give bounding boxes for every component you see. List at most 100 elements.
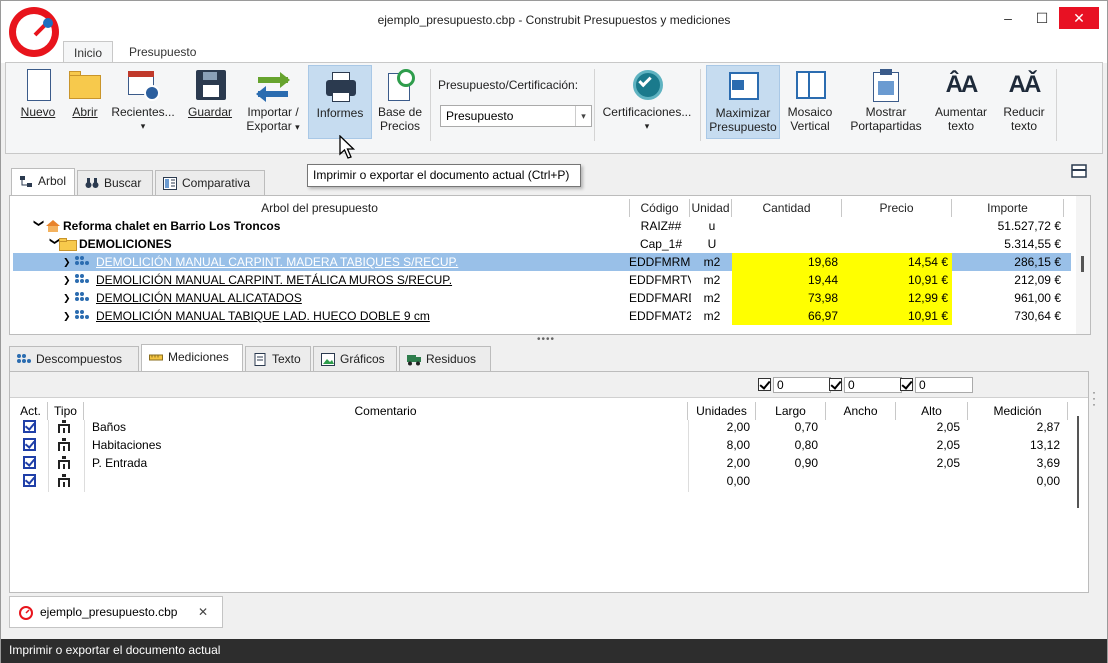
- recientes-button[interactable]: Recientes... ▾: [110, 65, 176, 139]
- tree-row-item[interactable]: ❯ DEMOLICIÓN MANUAL TABIQUE LAD. HUECO D…: [13, 307, 1071, 325]
- tree-item-qty[interactable]: 66,97: [732, 307, 842, 325]
- active-checkbox[interactable]: [23, 420, 36, 433]
- measurement-comment[interactable]: Habitaciones: [92, 436, 682, 454]
- tab-presupuesto[interactable]: Presupuesto: [119, 41, 206, 63]
- mosaico-vertical-button[interactable]: Mosaico Vertical: [784, 65, 836, 139]
- measurement-units[interactable]: 0,00: [688, 472, 750, 490]
- nuevo-button[interactable]: Nuevo: [14, 65, 62, 139]
- tree-row-chapter[interactable]: ❯ DEMOLICIONES Cap_1# U 5.314,55 €: [13, 235, 1071, 253]
- reducir-texto-button[interactable]: AǍ Reducir texto: [1000, 65, 1048, 139]
- measurement-largo[interactable]: 0,90: [756, 454, 818, 472]
- tab-residuos[interactable]: Residuos: [399, 346, 491, 372]
- measurement-largo[interactable]: [756, 472, 818, 490]
- measurement-units[interactable]: 2,00: [688, 418, 750, 436]
- maximizar-presupuesto-button[interactable]: Maximizar Presupuesto: [706, 65, 780, 139]
- tree-scrollbar[interactable]: [1076, 196, 1090, 334]
- measurement-row[interactable]: 0,00 0,00: [10, 472, 1070, 490]
- measure-type-icon[interactable]: [57, 456, 71, 470]
- tab-arbol[interactable]: Arbol: [11, 168, 75, 196]
- filter-checkbox[interactable]: [758, 378, 771, 391]
- measurement-alto[interactable]: 2,05: [896, 418, 960, 436]
- presupuesto-certificacion-select[interactable]: Presupuesto ▾: [440, 105, 592, 127]
- certificaciones-button[interactable]: Certificaciones... ▾: [600, 65, 694, 139]
- measurement-row[interactable]: P. Entrada 2,00 0,90 2,05 3,69: [10, 454, 1070, 472]
- filter-field[interactable]: 0: [773, 377, 831, 393]
- measurement-row[interactable]: Baños 2,00 0,70 2,05 2,87: [10, 418, 1070, 436]
- tree-item-qty[interactable]: 19,68: [732, 253, 842, 271]
- filter-field[interactable]: 0: [844, 377, 902, 393]
- mostrar-portapartidas-button[interactable]: Mostrar Portapartidas: [846, 65, 926, 139]
- tree-row-item[interactable]: ❯ DEMOLICIÓN MANUAL ALICATADOS EDDFMARD1…: [13, 289, 1071, 307]
- tree-row-item[interactable]: ❯ DEMOLICIÓN MANUAL CARPINT. METÁLICA MU…: [13, 271, 1071, 289]
- close-button[interactable]: ✕: [1059, 7, 1099, 29]
- tree-item-name[interactable]: DEMOLICIÓN MANUAL ALICATADOS: [96, 289, 628, 307]
- filter-checkbox[interactable]: [900, 378, 913, 391]
- col-header-codigo[interactable]: Código: [630, 199, 690, 217]
- scrollbar-thumb[interactable]: [1077, 416, 1079, 508]
- tree-item-price[interactable]: 10,91 €: [842, 271, 952, 289]
- tree-item-name[interactable]: DEMOLICIÓN MANUAL CARPINT. MADERA TABIQU…: [96, 253, 628, 271]
- active-checkbox[interactable]: [23, 456, 36, 469]
- maximize-button[interactable]: ☐: [1025, 7, 1059, 29]
- document-tab[interactable]: ejemplo_presupuesto.cbp ✕: [9, 596, 223, 628]
- col-header-arbol[interactable]: Arbol del presupuesto: [10, 199, 630, 217]
- tab-mediciones[interactable]: Mediciones: [141, 344, 243, 372]
- tab-buscar[interactable]: Buscar: [77, 170, 153, 196]
- measure-type-icon[interactable]: [57, 438, 71, 452]
- informes-button[interactable]: Informes: [308, 65, 372, 139]
- app-logo-icon[interactable]: [9, 7, 59, 57]
- tree-row-item[interactable]: ❯ DEMOLICIÓN MANUAL CARPINT. MADERA TABI…: [13, 253, 1071, 271]
- chevron-down-icon[interactable]: ▾: [575, 106, 591, 126]
- tree-item-price[interactable]: 12,99 €: [842, 289, 952, 307]
- filter-field[interactable]: 0: [915, 377, 973, 393]
- chevron-right-icon[interactable]: ❯: [63, 271, 75, 289]
- measurement-alto[interactable]: [896, 472, 960, 490]
- guardar-button[interactable]: Guardar: [184, 65, 236, 139]
- tree-item-name[interactable]: DEMOLICIÓN MANUAL TABIQUE LAD. HUECO DOB…: [96, 307, 628, 325]
- measurement-comment[interactable]: Baños: [92, 418, 682, 436]
- tree-item-qty[interactable]: 73,98: [732, 289, 842, 307]
- scrollbar-thumb[interactable]: [1081, 256, 1084, 272]
- tree-item-name[interactable]: DEMOLICIÓN MANUAL CARPINT. METÁLICA MURO…: [96, 271, 628, 289]
- aumentar-texto-button[interactable]: ÂA Aumentar texto: [932, 65, 990, 139]
- close-tab-icon[interactable]: ✕: [198, 605, 208, 619]
- col-header-cantidad[interactable]: Cantidad: [732, 199, 842, 217]
- abrir-button[interactable]: Abrir: [64, 65, 106, 139]
- measure-type-icon[interactable]: [57, 420, 71, 434]
- measurement-alto[interactable]: 2,05: [896, 454, 960, 472]
- col-header-importe[interactable]: Importe: [952, 199, 1064, 217]
- minimize-button[interactable]: –: [991, 7, 1025, 29]
- chevron-right-icon[interactable]: ❯: [63, 307, 75, 325]
- chevron-right-icon[interactable]: ❯: [63, 289, 75, 307]
- measurement-ancho[interactable]: [826, 454, 888, 472]
- tab-descompuestos[interactable]: Descompuestos: [9, 346, 139, 372]
- panel-layout-icon[interactable]: [1071, 164, 1087, 178]
- chevron-right-icon[interactable]: ❯: [63, 253, 75, 271]
- col-header-unidad[interactable]: Unidad: [690, 199, 732, 217]
- tree-item-qty[interactable]: 19,44: [732, 271, 842, 289]
- measurement-largo[interactable]: 0,70: [756, 418, 818, 436]
- tree-row-root[interactable]: ❯ Reforma chalet en Barrio Los Troncos R…: [13, 217, 1071, 235]
- measurement-ancho[interactable]: [826, 436, 888, 454]
- measurement-ancho[interactable]: [826, 418, 888, 436]
- importar-exportar-button[interactable]: Importar / Exportar ▾: [242, 65, 304, 139]
- col-header-precio[interactable]: Precio: [842, 199, 952, 217]
- active-checkbox[interactable]: [23, 474, 36, 487]
- tab-graficos[interactable]: Gráficos: [313, 346, 397, 372]
- tab-comparativa[interactable]: Comparativa: [155, 170, 265, 196]
- filter-checkbox[interactable]: [829, 378, 842, 391]
- active-checkbox[interactable]: [23, 438, 36, 451]
- splitter-grip[interactable]: ••••: [537, 334, 555, 345]
- mediciones-scrollbar[interactable]: [1070, 402, 1084, 592]
- measurement-largo[interactable]: 0,80: [756, 436, 818, 454]
- measurement-units[interactable]: 8,00: [688, 436, 750, 454]
- tab-inicio[interactable]: Inicio: [63, 41, 114, 63]
- base-precios-button[interactable]: Base de Precios: [376, 65, 424, 139]
- side-splitter-grip[interactable]: · · ·: [1092, 386, 1096, 410]
- tab-texto[interactable]: Texto: [245, 346, 311, 372]
- measurement-alto[interactable]: 2,05: [896, 436, 960, 454]
- tree-item-price[interactable]: 14,54 €: [842, 253, 952, 271]
- measurement-comment[interactable]: [92, 472, 682, 490]
- measurement-comment[interactable]: P. Entrada: [92, 454, 682, 472]
- measurement-units[interactable]: 2,00: [688, 454, 750, 472]
